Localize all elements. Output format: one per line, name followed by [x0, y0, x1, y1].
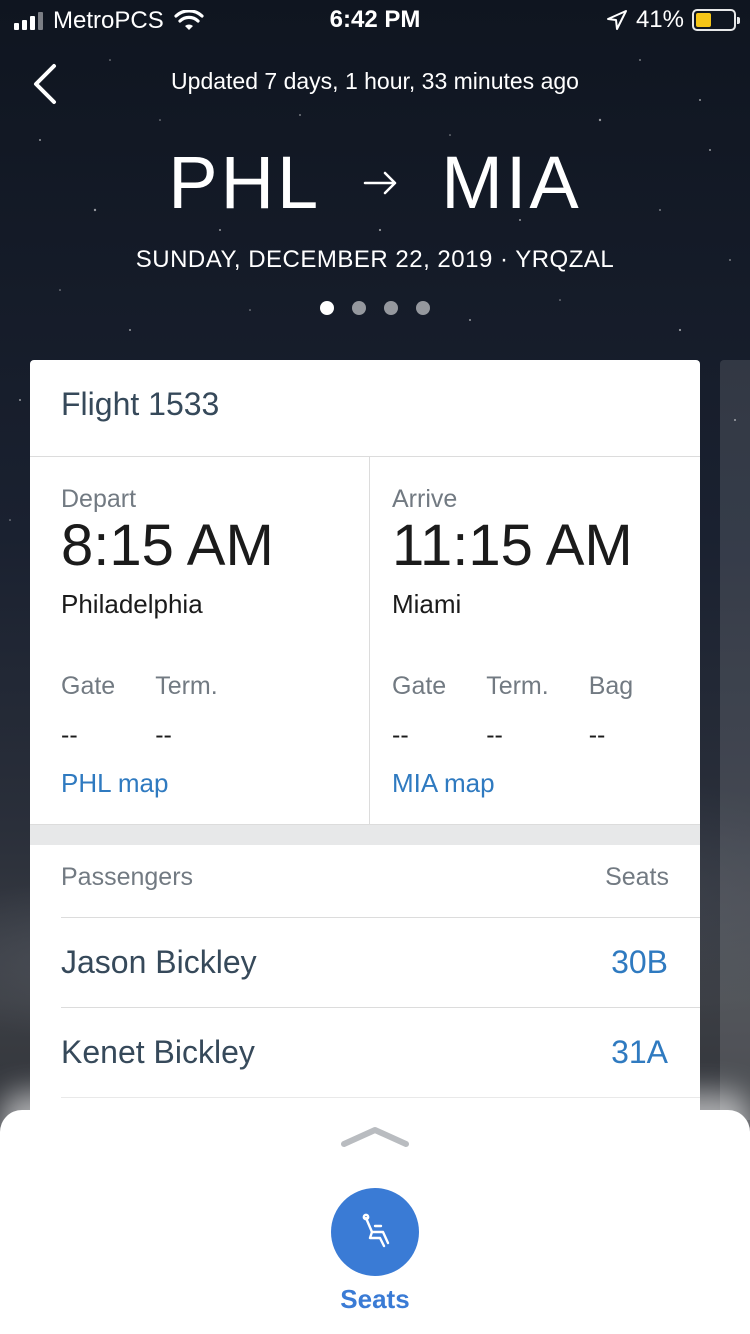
passenger-name: Jason Bickley — [61, 944, 257, 980]
flight-card: Flight 1533 Depart 8:15 AM Philadelphia … — [30, 360, 700, 1120]
page-dot[interactable] — [384, 301, 398, 315]
page-indicator[interactable] — [0, 301, 750, 315]
battery-icon — [692, 9, 740, 31]
chevron-up-icon — [341, 1127, 409, 1147]
section-divider — [30, 825, 700, 845]
right-arrow-icon — [363, 171, 397, 194]
arrive-gate: Gate -- — [392, 672, 446, 750]
arrive-time: 11:15 AM — [392, 513, 633, 578]
passenger-row[interactable]: Kenet Bickley 31A — [61, 1007, 700, 1097]
gate-label: Gate — [61, 671, 116, 700]
arrive-bag: Bag -- — [589, 672, 633, 750]
depart-section: Depart 8:15 AM Philadelphia Gate -- Term… — [30, 457, 369, 824]
page-dot[interactable] — [320, 301, 334, 315]
depart-city: Philadelphia — [61, 588, 203, 619]
seats-column-label: Seats — [605, 863, 669, 891]
destination-code: MIA — [441, 141, 582, 224]
origin-code: PHL — [168, 141, 322, 224]
phl-map-link[interactable]: PHL map — [61, 768, 338, 799]
depart-terminal: Term. -- — [155, 672, 218, 750]
passengers-header: Passengers Seats — [30, 845, 700, 917]
page-dot[interactable] — [352, 301, 366, 315]
passenger-list: Jason Bickley 30B Kenet Bickley 31A — [61, 917, 700, 1120]
passenger-name: Kenet Bickley — [61, 1034, 255, 1070]
page-dot[interactable] — [416, 301, 430, 315]
arrive-gate-info: Gate -- Term. -- Bag -- — [392, 672, 669, 750]
seats-button[interactable] — [331, 1188, 419, 1276]
passenger-row[interactable]: Jason Bickley 30B — [61, 917, 700, 1007]
terminal-label: Term. — [486, 671, 549, 700]
terminal-value: -- — [486, 720, 503, 749]
location-icon — [606, 10, 627, 30]
next-flight-card-peek[interactable] — [720, 360, 750, 1120]
status-bar: MetroPCS 6:42 PM 41% — [0, 0, 750, 40]
bottom-sheet: Seats — [0, 1110, 750, 1334]
passenger-seat[interactable]: 31A — [611, 1034, 668, 1071]
flight-number: Flight 1533 — [30, 360, 700, 457]
passengers-label: Passengers — [61, 863, 194, 891]
depart-label: Depart — [61, 485, 137, 513]
seat-icon — [362, 1213, 390, 1248]
date-and-record-locator: SUNDAY, DECEMBER 22, 2019 · YRQZAL — [135, 246, 615, 273]
battery-percent: 41% — [635, 6, 684, 33]
arrive-city: Miami — [392, 588, 462, 619]
gate-value: -- — [392, 720, 409, 749]
gate-label: Gate — [392, 671, 447, 700]
terminal-value: -- — [155, 720, 172, 749]
gate-value: -- — [61, 720, 78, 749]
route-header: PHL MIA — [0, 140, 750, 225]
depart-time: 8:15 AM — [61, 513, 274, 578]
bag-label: Bag — [588, 671, 634, 700]
bag-value: -- — [588, 720, 606, 749]
depart-gate: Gate -- — [61, 672, 115, 750]
last-updated-text: Updated 7 days, 1 hour, 33 minutes ago — [171, 68, 579, 94]
mia-map-link[interactable]: MIA map — [392, 768, 669, 799]
flight-legs: Depart 8:15 AM Philadelphia Gate -- Term… — [30, 457, 700, 825]
seats-button-label[interactable]: Seats — [0, 1284, 750, 1315]
arrive-terminal: Term. -- — [486, 672, 549, 750]
arrive-label: Arrive — [392, 485, 458, 513]
terminal-label: Term. — [155, 671, 218, 700]
passenger-seat[interactable]: 30B — [611, 944, 668, 981]
expand-handle[interactable] — [340, 1124, 410, 1150]
arrive-section: Arrive 11:15 AM Miami Gate -- Term. -- B… — [369, 457, 700, 824]
depart-gate-info: Gate -- Term. -- — [61, 672, 338, 750]
status-right: 41% — [606, 6, 740, 34]
